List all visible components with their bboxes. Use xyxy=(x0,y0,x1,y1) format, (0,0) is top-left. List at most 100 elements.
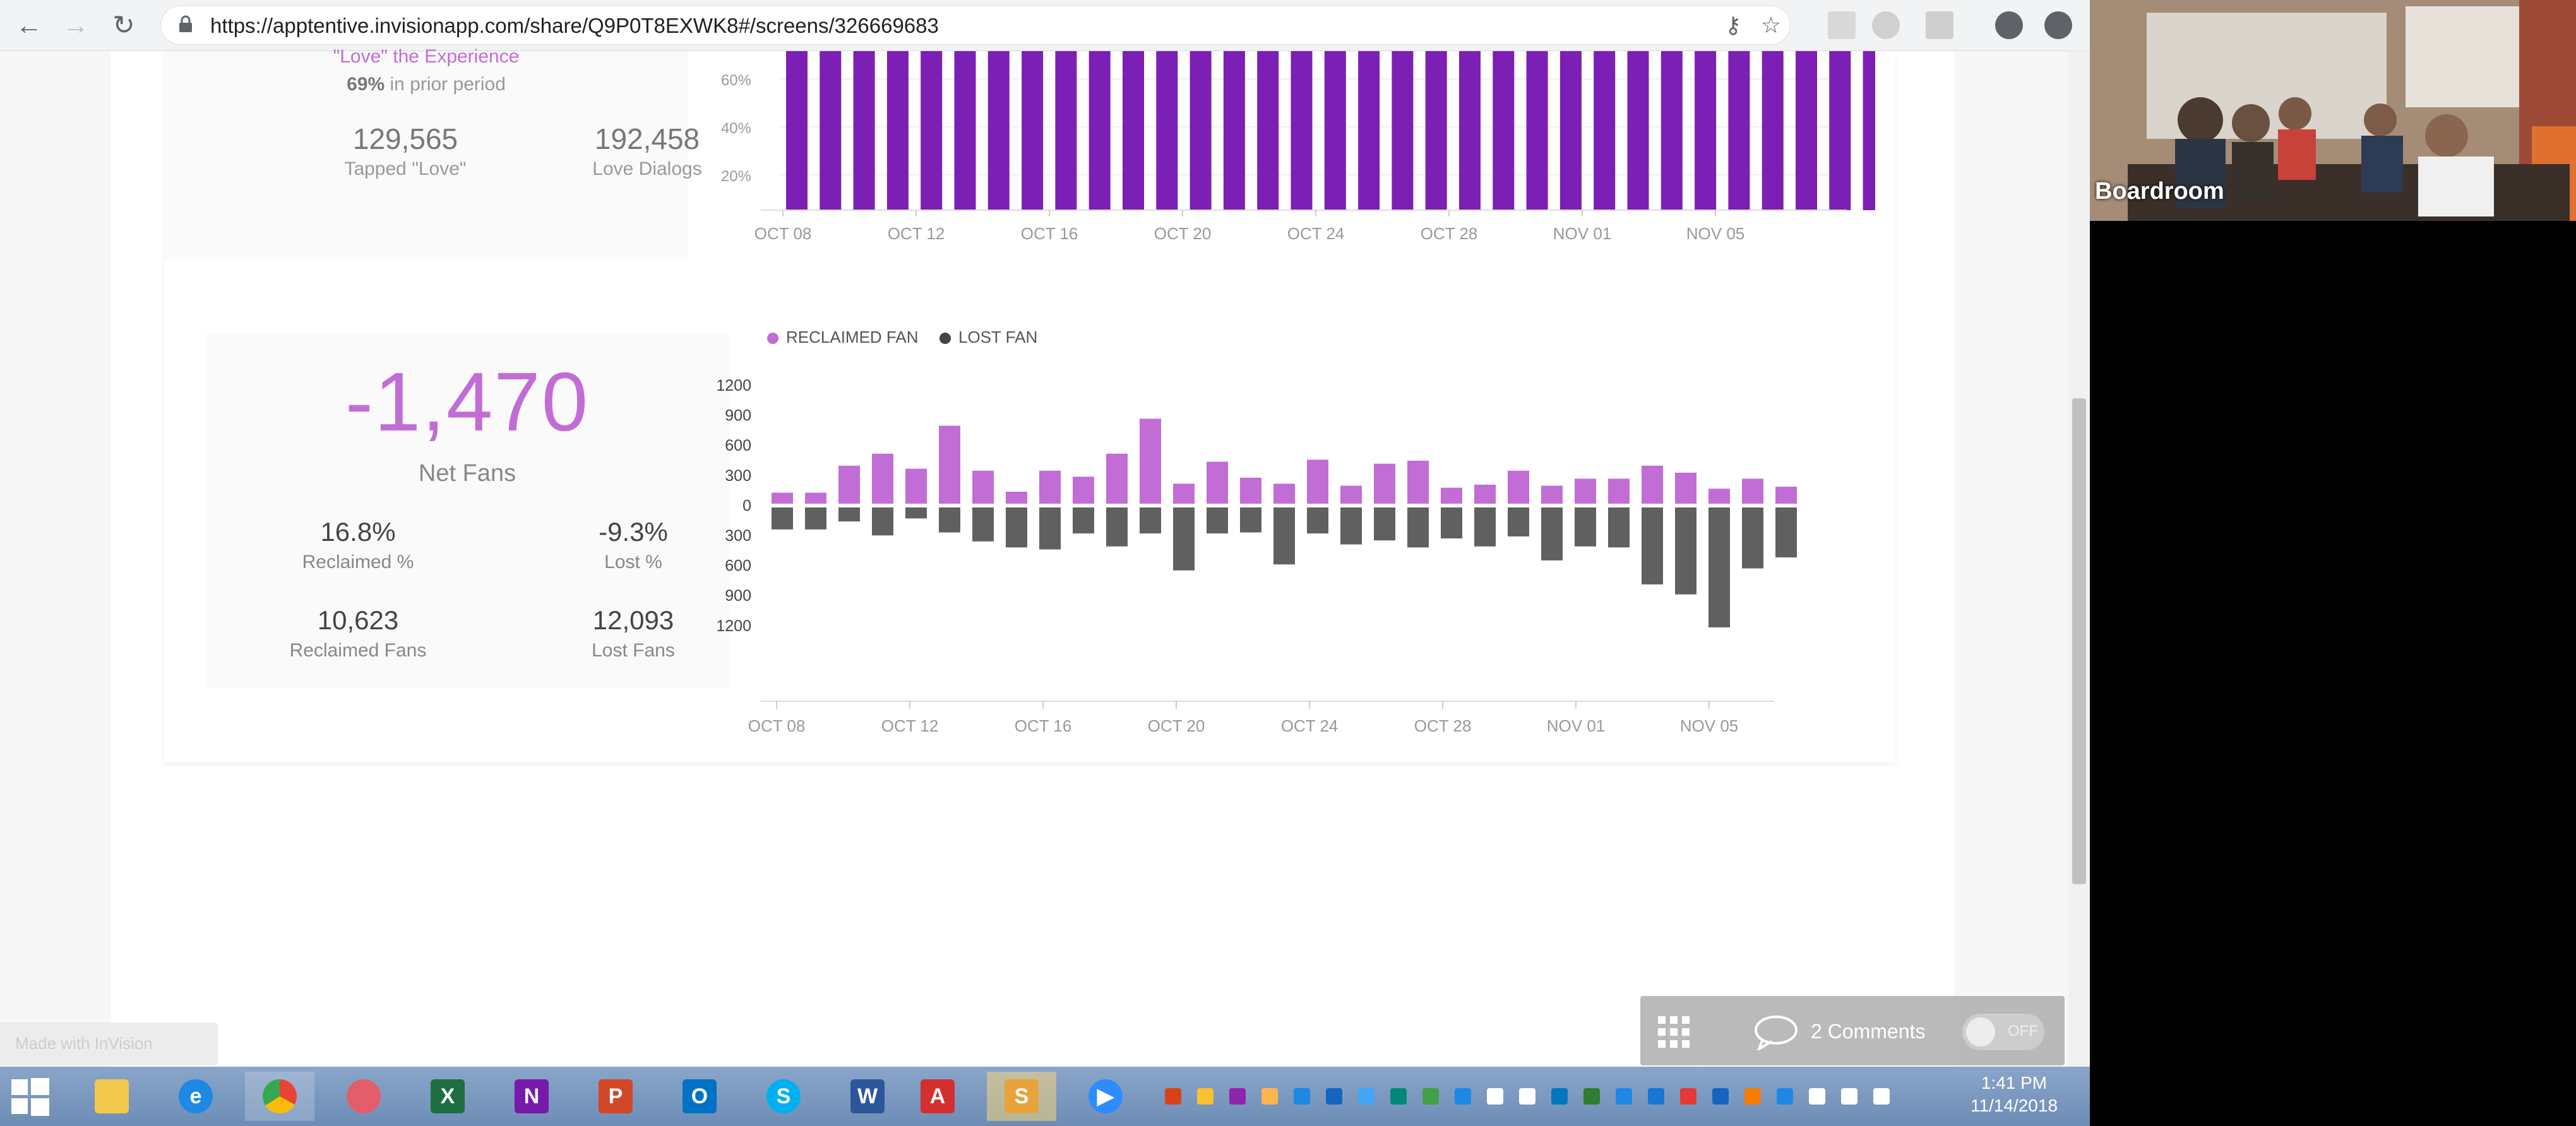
lost-fan-bar[interactable] xyxy=(1708,507,1730,627)
reclaimed-fan-bar[interactable] xyxy=(1240,477,1261,504)
lost-fan-bar[interactable] xyxy=(1273,507,1295,565)
lost-fan-bar[interactable] xyxy=(872,507,893,536)
comments-toggle[interactable]: OFF xyxy=(1962,1014,2044,1050)
lost-fan-bar[interactable] xyxy=(838,507,860,522)
reclaimed-fan-bar[interactable] xyxy=(1742,478,1763,504)
tray-icon[interactable] xyxy=(1616,1088,1632,1105)
page-scrollbar[interactable] xyxy=(2068,51,2090,1067)
love-bar[interactable] xyxy=(1594,51,1616,211)
love-bar[interactable] xyxy=(921,51,943,210)
lost-fan-bar[interactable] xyxy=(1474,507,1496,547)
reclaimed-fan-bar[interactable] xyxy=(1474,484,1496,504)
lost-fan-bar[interactable] xyxy=(1541,507,1563,560)
lost-fan-bar[interactable] xyxy=(1006,507,1027,548)
love-bar[interactable] xyxy=(1695,51,1717,211)
chrome-icon[interactable] xyxy=(245,1072,314,1121)
tray-icon[interactable] xyxy=(1455,1088,1471,1105)
slack-icon[interactable]: S xyxy=(987,1072,1056,1121)
love-bar[interactable] xyxy=(1661,51,1683,211)
extension-icon[interactable] xyxy=(1926,11,1953,39)
reclaimed-fan-bar[interactable] xyxy=(939,425,960,504)
love-bar[interactable] xyxy=(786,51,808,210)
windows-start-icon[interactable] xyxy=(11,1078,49,1116)
outlook-icon[interactable]: O xyxy=(665,1072,734,1121)
excel-icon[interactable]: X xyxy=(413,1072,482,1121)
love-bar[interactable] xyxy=(987,51,1010,210)
reclaimed-fan-bar[interactable] xyxy=(1374,463,1395,504)
lost-fan-bar[interactable] xyxy=(805,507,826,530)
love-bar[interactable] xyxy=(1123,51,1144,211)
reclaimed-fan-bar[interactable] xyxy=(1340,485,1362,504)
tray-icon[interactable] xyxy=(1165,1088,1181,1105)
love-bar[interactable] xyxy=(1156,51,1178,211)
lost-fan-bar[interactable] xyxy=(1407,507,1429,548)
tray-icon[interactable] xyxy=(1583,1088,1600,1105)
love-bar[interactable] xyxy=(1088,51,1111,211)
reclaimed-fan-bar[interactable] xyxy=(1073,477,1094,504)
reclaimed-fan-bar[interactable] xyxy=(1508,470,1529,504)
reclaimed-fan-bar[interactable] xyxy=(1642,465,1663,504)
forward-arrow-icon[interactable]: → xyxy=(59,9,92,42)
love-bar[interactable] xyxy=(1627,51,1649,210)
tray-icon[interactable] xyxy=(1519,1088,1535,1105)
lost-fan-bar[interactable] xyxy=(1340,507,1362,545)
lost-fan-bar[interactable] xyxy=(1775,507,1797,558)
apps-grid-icon[interactable] xyxy=(1658,1016,1690,1048)
love-bar[interactable] xyxy=(1829,51,1851,210)
address-bar[interactable]: https://apptentive.invisionapp.com/share… xyxy=(161,6,1790,44)
tray-icon[interactable] xyxy=(1326,1088,1342,1105)
love-bar[interactable] xyxy=(1358,51,1380,211)
tray-icon[interactable] xyxy=(1841,1088,1857,1105)
love-bar[interactable] xyxy=(1459,51,1481,211)
file-explorer-icon[interactable] xyxy=(77,1072,146,1121)
reclaimed-fan-bar[interactable] xyxy=(1173,483,1195,504)
skype-icon[interactable]: S xyxy=(749,1072,818,1121)
tray-icon[interactable] xyxy=(1809,1088,1825,1105)
love-bar[interactable] xyxy=(1022,51,1044,210)
key-icon[interactable]: ⚷ xyxy=(1720,13,1746,38)
tray-icon[interactable] xyxy=(1680,1088,1696,1105)
reload-icon[interactable]: ↻ xyxy=(107,9,140,42)
snipping-tool-icon[interactable] xyxy=(329,1072,398,1121)
lost-fan-bar[interactable] xyxy=(1240,507,1261,533)
lost-fan-bar[interactable] xyxy=(1441,507,1462,539)
extension-icon[interactable] xyxy=(1872,11,1900,39)
reclaimed-fan-bar[interactable] xyxy=(805,492,826,504)
lost-fan-bar[interactable] xyxy=(1039,507,1061,550)
tray-icon[interactable] xyxy=(1390,1088,1407,1105)
lost-fan-bar[interactable] xyxy=(1508,507,1529,536)
reclaimed-fan-bar[interactable] xyxy=(772,492,793,504)
reclaimed-fan-bar[interactable] xyxy=(1608,478,1630,504)
lost-fan-bar[interactable] xyxy=(1307,507,1328,534)
lost-fan-bar[interactable] xyxy=(1140,507,1161,534)
lost-fan-bar[interactable] xyxy=(1173,507,1195,571)
lost-fan-bar[interactable] xyxy=(1207,507,1228,534)
powerpoint-icon[interactable]: P xyxy=(581,1072,650,1121)
love-bar[interactable] xyxy=(1190,51,1212,210)
tray-icon[interactable] xyxy=(1261,1088,1278,1105)
love-bar[interactable] xyxy=(820,51,842,210)
taskbar-clock[interactable]: 1:41 PM 11/14/2018 xyxy=(1951,1072,2077,1117)
bookmark-star-icon[interactable]: ☆ xyxy=(1758,13,1784,38)
extension-icon[interactable] xyxy=(1828,11,1856,39)
love-bar[interactable] xyxy=(1559,51,1582,211)
lost-fan-bar[interactable] xyxy=(772,507,793,530)
love-bar[interactable] xyxy=(1728,51,1750,210)
love-bar[interactable] xyxy=(853,51,875,210)
word-icon[interactable]: W xyxy=(833,1072,902,1121)
lost-fan-bar[interactable] xyxy=(1642,507,1663,584)
love-bar[interactable] xyxy=(1863,51,1875,211)
reclaimed-fan-bar[interactable] xyxy=(1407,460,1429,504)
love-bar[interactable] xyxy=(886,51,909,210)
love-bar[interactable] xyxy=(1291,51,1313,211)
reclaimed-fan-bar[interactable] xyxy=(1273,483,1295,504)
comment-bubble-icon[interactable] xyxy=(1754,1015,1798,1050)
reclaimed-fan-bar[interactable] xyxy=(972,470,994,504)
lost-fan-bar[interactable] xyxy=(939,507,960,533)
tray-icon[interactable] xyxy=(1873,1088,1890,1105)
internet-explorer-icon[interactable]: e xyxy=(161,1072,230,1121)
reclaimed-fan-bar[interactable] xyxy=(1675,472,1696,504)
onenote-icon[interactable]: N xyxy=(497,1072,566,1121)
tray-icon[interactable] xyxy=(1294,1088,1310,1105)
love-bar[interactable] xyxy=(1055,51,1077,210)
